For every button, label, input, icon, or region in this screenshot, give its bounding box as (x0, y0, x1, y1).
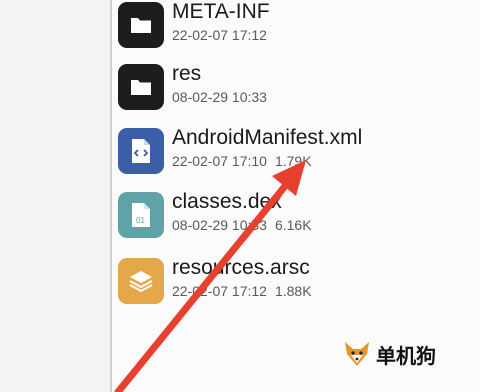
list-item-androidmanifest[interactable]: AndroidManifest.xml 22-02-07 17:10 1.79K (118, 120, 458, 180)
file-size: 6.16K (274, 217, 312, 233)
layers-file-icon (118, 258, 164, 304)
dex-file-icon: 01 (118, 192, 164, 238)
list-item-meta-inf[interactable]: META-INF 22-02-07 17:12 (118, 0, 458, 54)
file-name: AndroidManifest.xml (172, 126, 363, 149)
list-item-resources-arsc[interactable]: resources.arsc 22-02-07 17:12 1.88K (118, 250, 458, 310)
file-meta: 22-02-07 17:12 1.88K (172, 283, 312, 299)
list-item-res[interactable]: res 08-02-29 10:33 (118, 56, 458, 116)
file-name: classes.dex (172, 190, 282, 213)
file-date: 22-02-07 17:12 (172, 283, 267, 299)
file-date: 22-02-07 17:12 (172, 27, 267, 43)
svg-text:01: 01 (136, 216, 145, 225)
file-name: res (172, 62, 202, 85)
fox-logo (345, 342, 369, 366)
file-meta: 08-02-29 10:33 (172, 89, 267, 105)
file-meta: 22-02-07 17:10 1.79K (172, 153, 312, 169)
watermark: 单机狗 (342, 340, 436, 368)
file-date: 08-02-29 10:33 (172, 89, 267, 105)
file-date: 08-02-29 10:33 (172, 217, 267, 233)
file-date: 22-02-07 17:10 (172, 153, 267, 169)
file-name: resources.arsc (172, 256, 310, 279)
folder-icon (118, 2, 164, 48)
xml-file-icon (118, 128, 164, 174)
folder-icon (118, 64, 164, 110)
file-size: 1.79K (274, 153, 312, 169)
list-item-classes-dex[interactable]: 01 classes.dex 08-02-29 10:33 6.16K (118, 184, 458, 244)
file-meta: 08-02-29 10:33 6.16K (172, 217, 312, 233)
watermark-text: 单机狗 (376, 343, 436, 368)
file-meta: 22-02-07 17:12 (172, 27, 267, 43)
file-name: META-INF (172, 0, 270, 23)
file-size: 1.88K (274, 283, 312, 299)
